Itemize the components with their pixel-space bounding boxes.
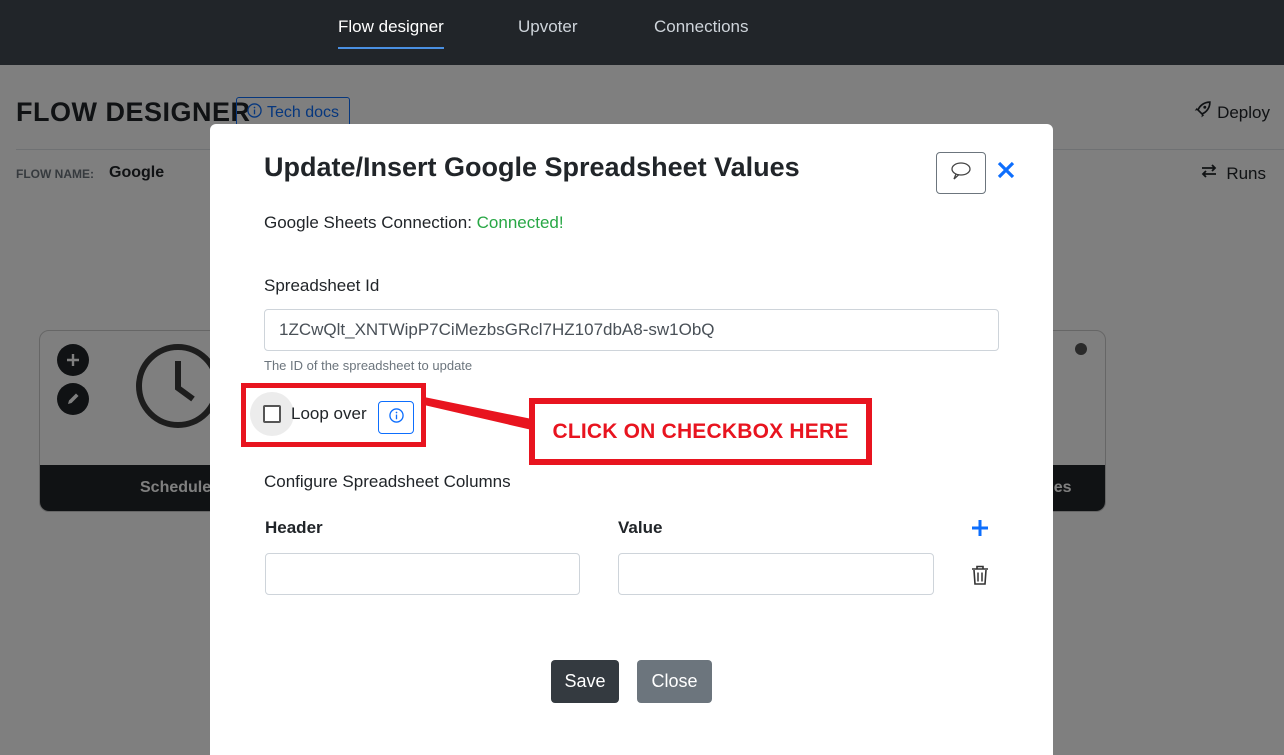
annotation-callout-text: CLICK ON CHECKBOX HERE [552,419,849,443]
annotation-callout: CLICK ON CHECKBOX HERE [529,398,872,465]
annotation-connector-line [424,397,532,430]
annotation-highlight-box [241,383,426,447]
